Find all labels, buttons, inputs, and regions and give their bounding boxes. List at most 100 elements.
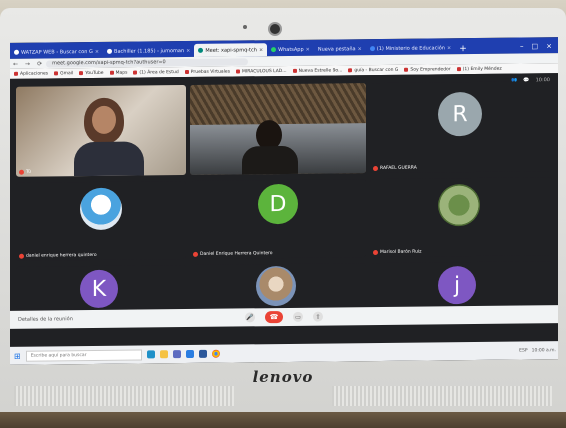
tab-label: Bachiller (1.185) - jumoman: [114, 47, 185, 55]
close-icon[interactable]: ×: [95, 48, 99, 54]
participant-tile-j[interactable]: j: [370, 261, 552, 306]
bookmark-icon: [292, 68, 297, 73]
speaker-grille-right: [332, 386, 552, 406]
close-icon[interactable]: ×: [358, 46, 362, 52]
camera-icon[interactable]: ▭: [293, 311, 303, 322]
avatar-d: D: [258, 183, 298, 225]
bookmark-label: guía - Buscar con G: [354, 67, 399, 73]
bookmark-label: Nueva Estrelle 9o...: [298, 67, 343, 74]
close-icon[interactable]: ×: [447, 45, 451, 51]
avatar-photo: [256, 265, 296, 307]
participant-tile-k[interactable]: K: [16, 265, 186, 309]
close-window-icon[interactable]: ×: [546, 42, 552, 50]
start-icon[interactable]: ⊞: [14, 351, 21, 360]
clock[interactable]: 10:00 a.m.: [532, 348, 556, 353]
desk: [0, 412, 566, 428]
participant-name: Tú: [26, 169, 31, 175]
bookmark-label: (1) Área de Estud: [139, 69, 179, 76]
bookmark-icon: [109, 70, 114, 75]
avatar-letter: D: [269, 191, 287, 217]
mic-icon[interactable]: 🎤: [245, 312, 255, 323]
bookmark-label: Gmail: [60, 70, 74, 76]
bookmark-item[interactable]: guía - Buscar con G: [348, 67, 398, 73]
avatar-photo: [438, 183, 480, 227]
bookmark-item[interactable]: YouTube: [79, 70, 104, 76]
tab-2[interactable]: Meet: xapi-spmq-tch ×: [194, 43, 268, 57]
bookmark-item[interactable]: (1) Emily Méndez: [456, 66, 502, 72]
tab-5[interactable]: (1) Ministerio de Educación ×: [366, 41, 455, 55]
language-indicator[interactable]: ESP: [519, 348, 527, 353]
webcam: [268, 22, 282, 36]
bookmark-item[interactable]: Soy Emprendedor: [404, 66, 451, 73]
reload-icon[interactable]: ⟳: [34, 60, 42, 67]
meeting-details[interactable]: Detalles de la reunión: [18, 316, 73, 323]
close-icon[interactable]: ×: [186, 47, 190, 53]
bookmark-icon: [456, 67, 461, 72]
facebook-icon: [369, 46, 375, 52]
bookmark-item[interactable]: Maps: [109, 70, 128, 76]
forward-icon[interactable]: →: [22, 60, 30, 67]
tab-1[interactable]: Bachiller (1.185) - jumoman ×: [103, 44, 194, 58]
bookmark-item[interactable]: MIRACULOUS LAD...: [236, 68, 287, 74]
chrome-icon[interactable]: [211, 349, 220, 358]
participant-video: [74, 141, 144, 177]
folder-icon[interactable]: [159, 350, 168, 359]
bookmark-icon: [184, 69, 189, 75]
bookmark-label: Pruebas Virtuales: [190, 69, 231, 75]
edge-icon[interactable]: [146, 350, 155, 359]
search-placeholder: Escribe aquí para buscar: [30, 352, 87, 359]
mic-off-icon: [19, 169, 24, 175]
maximize-icon[interactable]: □: [532, 42, 539, 50]
participant-video: [242, 145, 298, 175]
bookmark-icon: [348, 68, 353, 73]
bookmark-icon: [54, 71, 59, 76]
minimize-icon[interactable]: –: [520, 42, 524, 50]
avatar-letter: K: [91, 276, 107, 302]
tab-4[interactable]: Nueva pestaña ×: [314, 42, 366, 56]
url-text: meet.google.com/xapi-spmq-tch?authuser=0: [52, 59, 166, 67]
participant-name: daniel enrique herrera quintero: [26, 252, 97, 259]
bookmark-item[interactable]: Aplicaciones: [14, 71, 48, 76]
window-controls: – □ ×: [520, 42, 558, 53]
bookmark-label: Soy Emprendedor: [410, 66, 451, 73]
back-icon[interactable]: ←: [10, 60, 18, 67]
bookmark-item[interactable]: (1) Área de Estud: [133, 69, 179, 76]
store-icon[interactable]: [172, 350, 181, 359]
close-icon[interactable]: ×: [306, 46, 310, 52]
close-icon[interactable]: ×: [259, 47, 263, 53]
bookmark-label: Aplicaciones: [20, 70, 49, 77]
participant-tile-photo[interactable]: [190, 263, 366, 307]
tab-favicon-icon: [14, 49, 19, 55]
bookmark-icon: [79, 71, 84, 76]
participant-tile-video[interactable]: [190, 83, 366, 175]
present-icon[interactable]: ⇧: [313, 311, 323, 322]
tab-0[interactable]: WATZAP WEB - Buscar con G ×: [10, 45, 103, 59]
avatar-r: R: [438, 91, 482, 137]
participant-tile-rafael[interactable]: R RAFAEL GUERRA: [370, 81, 552, 174]
mic-off-icon: [19, 253, 24, 259]
avatar-letter: R: [452, 101, 468, 127]
url-field[interactable]: meet.google.com/xapi-spmq-tch?authuser=0: [46, 57, 249, 67]
participant-tile-self[interactable]: Tú: [16, 85, 186, 177]
participant-name: Daniel Enrique Herrera Quintero: [200, 251, 273, 257]
lenovo-logo: lenovo: [252, 368, 314, 386]
tab-label: (1) Ministerio de Educación: [376, 44, 445, 52]
new-tab-button[interactable]: +: [455, 44, 471, 54]
mic-off-icon: [373, 250, 378, 256]
bookmark-label: Maps: [115, 70, 128, 76]
participant-namebar: daniel enrique herrera quintero: [16, 253, 97, 259]
word-icon[interactable]: [198, 349, 207, 358]
bookmark-icon: [236, 69, 241, 74]
avatar-k: K: [80, 269, 118, 309]
speaker-grille-left: [14, 386, 234, 406]
participant-tile-daniel-photo[interactable]: daniel enrique herrera quintero: [16, 181, 186, 261]
bookmark-item[interactable]: Gmail: [54, 71, 73, 76]
participant-tile-daniel[interactable]: D Daniel Enrique Herrera Quintero: [190, 179, 366, 259]
taskbar-search[interactable]: Escribe aquí para buscar: [25, 348, 142, 362]
end-call-button[interactable]: ☎: [265, 311, 283, 324]
mail-icon[interactable]: [185, 349, 194, 359]
participant-tile-marisol[interactable]: Marisol Barón Ruiz: [370, 177, 552, 258]
bookmark-item[interactable]: Pruebas Virtuales: [184, 69, 231, 75]
bookmark-item[interactable]: Nueva Estrelle 9o...: [292, 67, 343, 74]
tab-3[interactable]: WhatsApp ×: [267, 43, 314, 56]
